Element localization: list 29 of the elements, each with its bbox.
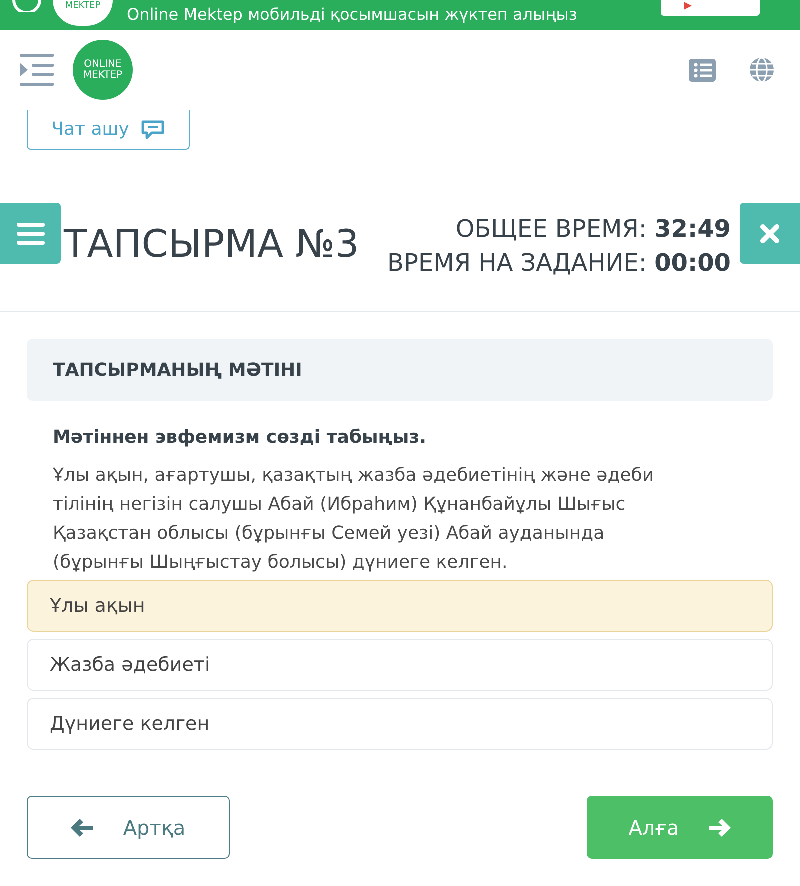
list-icon[interactable] [689, 58, 716, 82]
indent-menu-icon[interactable] [20, 54, 54, 86]
menu-icon [16, 222, 44, 244]
close-icon [760, 224, 780, 244]
chat-bubble-icon [141, 120, 166, 140]
close-button[interactable] [740, 203, 800, 264]
arrow-left-icon [71, 818, 94, 836]
timer-text: ОБЩЕЕ ВРЕМЯ: 32:49 [456, 214, 731, 245]
passage-text: Ұлы ақын, ағартушы, қазақтың жазба әдебиетінің және әдеби тілінің негізін салушы Абай (Ибраһим) Құнанбайұлы Шығыс Қазақстан облысы (бұрынғы Семей уезі) Абай ауданында (бұрынғы Шыңғыстау болысы) дүниеге келген. [52, 464, 656, 575]
answer-option[interactable]: Жазба әдебиеті [27, 639, 773, 691]
play-icon [683, 2, 693, 10]
menu-button[interactable] [0, 203, 61, 264]
arrow-right-icon [709, 818, 732, 836]
chat-button[interactable]: Чат ашу [27, 110, 190, 150]
task-title: ТАПСЫРМА №3 [64, 225, 360, 263]
question-text: Мәтіннен эвфемизм сөзді табыңыз. [52, 426, 428, 450]
logo-text: MEKTEP [83, 70, 123, 81]
answer-option[interactable]: Ұлы ақын [27, 580, 773, 632]
section-title: ТАПСЫРМАНЫҢ МӘТІНІ [53, 358, 302, 382]
answer-option[interactable]: Дүниеге келген [27, 698, 773, 750]
online-mektep-logo[interactable]: ONLINE MEKTEP [73, 40, 133, 100]
store-button[interactable] [661, 0, 760, 16]
logo-text: MEKTEP [65, 2, 101, 11]
back-button[interactable]: Артқа [27, 796, 230, 859]
timer-text: ВРЕМЯ НА ЗАДАНИЕ: 00:00 [388, 248, 731, 279]
banner-text: Online Mektep мобильді қосымшасын жүктеп алыңыз [127, 7, 578, 23]
globe-icon[interactable] [749, 57, 775, 83]
logo-text: ONLINE [84, 59, 122, 70]
ring-icon[interactable] [12, 0, 42, 12]
